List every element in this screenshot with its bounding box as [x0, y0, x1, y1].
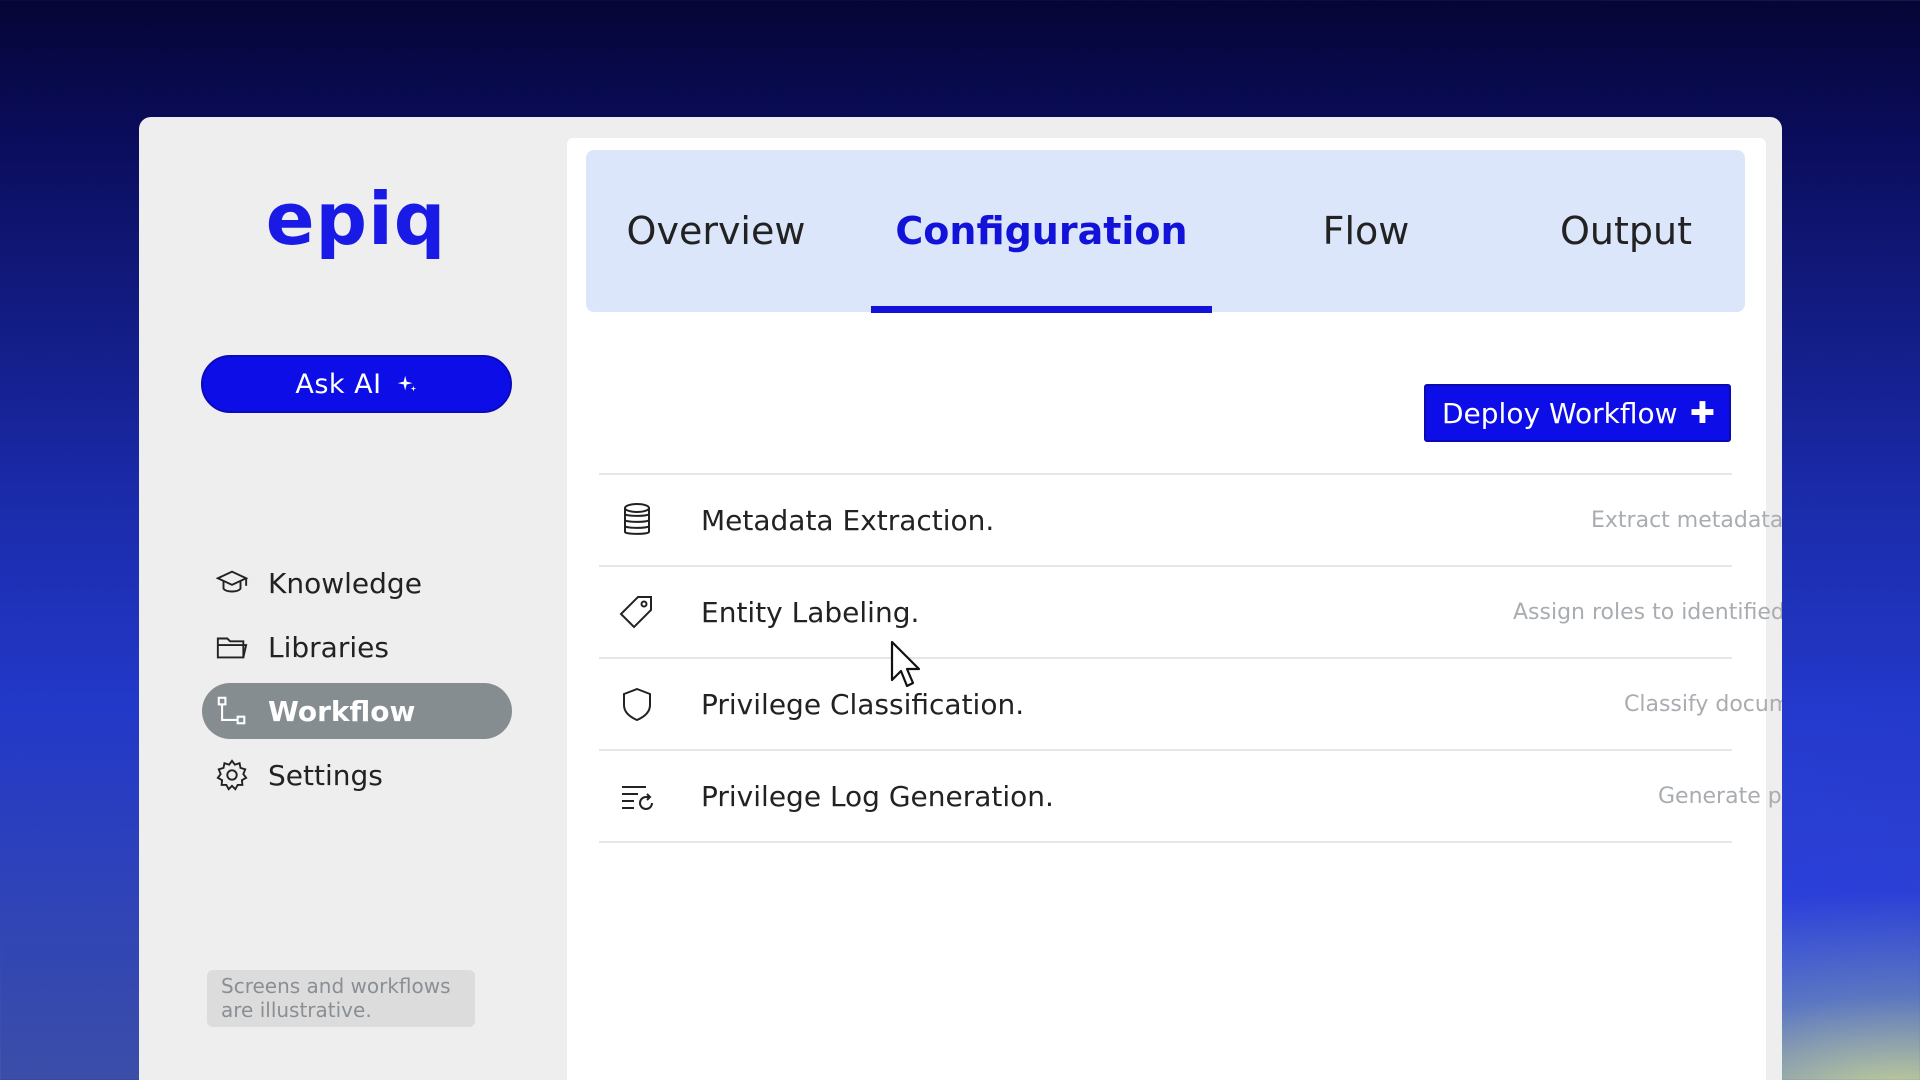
step-description: Generate privilege log descriptions	[1658, 783, 1782, 809]
step-title: Metadata Extraction.	[701, 503, 995, 537]
deploy-workflow-button[interactable]: Deploy Workflow ✚	[1424, 384, 1731, 442]
sidebar-item-label: Settings	[268, 758, 383, 792]
sidebar-item-libraries[interactable]: Libraries	[202, 619, 512, 675]
ask-ai-button[interactable]: Ask AI	[201, 355, 512, 413]
step-title: Privilege Classification.	[701, 687, 1025, 721]
app-window: epiq Ask AI Knowledge Libraries Workflow…	[139, 117, 1782, 1080]
list-item[interactable]: Metadata Extraction. Extract metadata fr…	[599, 475, 1782, 567]
step-description: Assign roles to identified entities	[1513, 599, 1782, 625]
active-tab-indicator	[871, 306, 1212, 313]
tab-bar: Overview Configuration Flow Output	[586, 150, 1745, 313]
graduation-cap-icon	[214, 565, 250, 601]
workflow-icon	[214, 693, 250, 729]
plus-icon: ✚	[1689, 395, 1715, 431]
sidebar-item-workflow[interactable]: Workflow	[202, 683, 512, 739]
deploy-workflow-label: Deploy Workflow	[1442, 396, 1678, 430]
sidebar-item-label: Libraries	[268, 630, 389, 664]
list-item[interactable]: Privilege Classification. Classify docum…	[599, 659, 1782, 751]
epiq-logo: epiq	[265, 177, 447, 261]
step-title: Privilege Log Generation.	[701, 779, 1054, 813]
step-title: Entity Labeling.	[701, 595, 920, 629]
disclaimer-note: Screens and workflows are illustrative.	[207, 970, 475, 1027]
sidebar-item-settings[interactable]: Settings	[202, 747, 512, 803]
list-refresh-icon	[609, 768, 665, 824]
list-item[interactable]: Entity Labeling. Assign roles to identif…	[599, 567, 1782, 659]
tab-flow[interactable]: Flow	[1266, 150, 1466, 312]
main-panel: Overview Configuration Flow Output Deplo…	[567, 138, 1782, 1080]
tab-overview[interactable]: Overview	[616, 150, 816, 312]
sidebar: epiq Ask AI Knowledge Libraries Workflow…	[139, 117, 567, 1080]
sparkle-icon	[397, 375, 416, 392]
shield-icon	[609, 676, 665, 732]
tag-icon	[609, 584, 665, 640]
tab-configuration[interactable]: Configuration	[871, 150, 1212, 312]
sidebar-item-label: Workflow	[268, 694, 416, 728]
step-description: Extract metadata from source documents	[1591, 507, 1782, 533]
sidebar-item-label: Knowledge	[268, 566, 422, 600]
tab-output[interactable]: Output	[1526, 150, 1726, 312]
database-icon	[609, 492, 665, 548]
sidebar-item-knowledge[interactable]: Knowledge	[202, 555, 512, 611]
workflow-steps-list: Metadata Extraction. Extract metadata fr…	[599, 473, 1782, 843]
list-item[interactable]: Privilege Log Generation. Generate privi…	[599, 751, 1782, 843]
gear-icon	[214, 757, 250, 793]
folder-icon	[214, 629, 250, 665]
step-description: Classify documents by privilege type	[1624, 691, 1782, 717]
ask-ai-label: Ask AI	[295, 368, 382, 400]
mouse-cursor-icon	[890, 640, 921, 688]
